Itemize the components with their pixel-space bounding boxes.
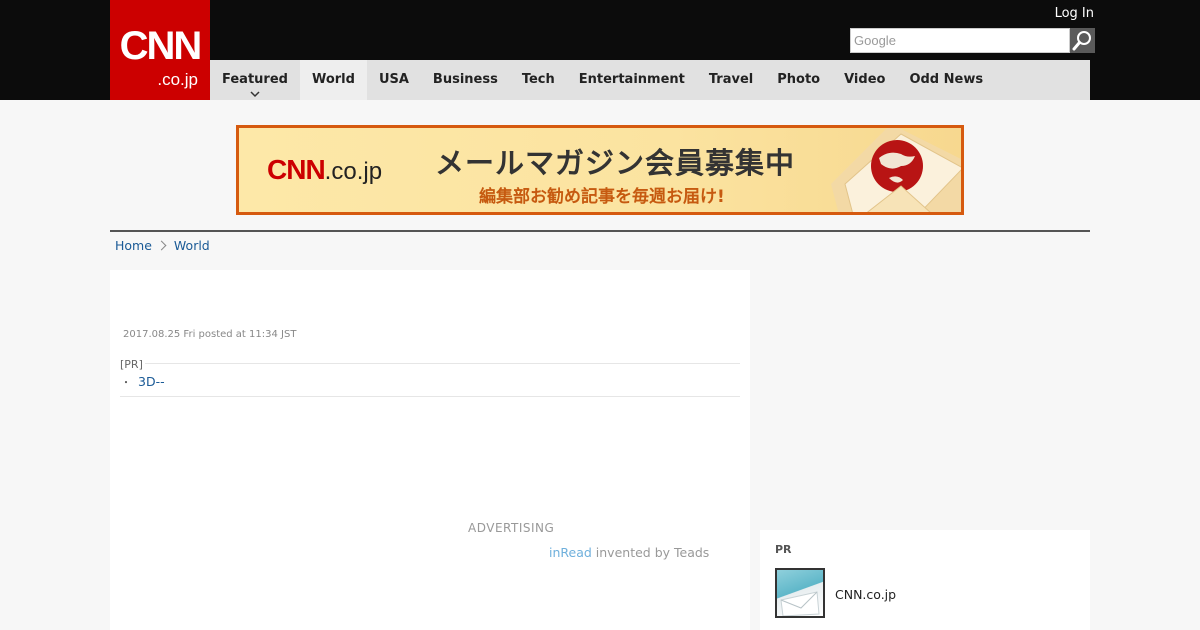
nav-tab-usa[interactable]: USA (367, 60, 421, 100)
nav-tab-label: Photo (777, 72, 821, 87)
banner-subtitle: 編集部お勧め記事を毎週お届け! (479, 187, 725, 207)
article-card: 2017.08.25 Fri posted at 11:34 JST [PR] … (110, 270, 750, 630)
search-bar (850, 28, 1095, 53)
search-icon (1072, 31, 1091, 51)
chevron-down-icon (250, 91, 260, 98)
login-link[interactable]: Log In (1055, 6, 1094, 21)
logo-sub-text: .co.jp (157, 70, 198, 89)
pr-bottom-divider (120, 396, 740, 397)
nav-tab-label: Video (844, 72, 886, 87)
section-divider (110, 230, 1090, 232)
sidebar-pr-box: PR CNN.co.jp (760, 530, 1090, 630)
banner-logo: CNN.co.jp (267, 154, 382, 186)
envelope-icon (780, 591, 820, 616)
posted-timestamp: 2017.08.25 Fri posted at 11:34 JST (123, 329, 297, 340)
nav-tab-tech[interactable]: Tech (510, 60, 567, 100)
cnn-logo[interactable]: CNN .co.jp (110, 0, 210, 100)
nav-tab-photo[interactable]: Photo (765, 60, 832, 100)
banner-logo-main: CNN (267, 154, 326, 185)
breadcrumb-home[interactable]: Home (115, 238, 152, 253)
nav-tab-label: Business (432, 72, 498, 87)
search-input[interactable] (850, 28, 1070, 53)
nav-tab-label: Entertainment (578, 72, 685, 87)
nav-tab-label: World (311, 72, 355, 87)
envelope-globe-icon (831, 128, 961, 212)
pr-link[interactable]: 3D-- (138, 374, 165, 389)
nav-tab-label: Odd News (909, 72, 984, 87)
inread-credit: inRead invented by Teads (549, 545, 709, 560)
breadcrumb-world[interactable]: World (174, 238, 210, 253)
nav-tab-label: Travel (708, 72, 754, 87)
nav-tab-featured[interactable]: Featured (210, 60, 300, 100)
banner-logo-sub: .co.jp (324, 158, 383, 185)
nav-tab-video[interactable]: Video (832, 60, 897, 100)
nav-tab-odd-news[interactable]: Odd News (897, 60, 995, 100)
breadcrumb: Home World (115, 238, 210, 253)
pr-thumbnail[interactable] (775, 568, 825, 618)
nav-tab-business[interactable]: Business (421, 60, 510, 100)
nav-tab-world[interactable]: World (299, 60, 367, 100)
search-button[interactable] (1070, 28, 1095, 53)
nav-tab-entertainment[interactable]: Entertainment (567, 60, 697, 100)
nav-tab-travel[interactable]: Travel (697, 60, 765, 100)
advertising-label: ADVERTISING (468, 521, 555, 535)
pr-bullet: ・ (121, 378, 131, 389)
pr-top-divider (120, 363, 740, 364)
sidebar-pr-label: PR (775, 543, 792, 556)
inread-text: invented by Teads (591, 545, 710, 560)
newsletter-banner[interactable]: CNN.co.jp メールマガジン会員募集中 編集部お勧め記事を毎週お届け! (236, 125, 964, 215)
main-nav: Featured World USA Business Tech Enterta… (210, 60, 1090, 100)
nav-tab-label: USA (378, 72, 409, 87)
logo-main-text: CNN (119, 24, 203, 68)
nav-tab-label: Featured (222, 72, 288, 87)
sidebar-pr-text[interactable]: CNN.co.jp (835, 587, 896, 602)
pr-label: [PR] (120, 358, 145, 371)
nav-tab-label: Tech (521, 72, 555, 87)
pr-list-item: ・ 3D-- (121, 374, 165, 389)
banner-title: メールマガジン会員募集中 (435, 146, 796, 180)
chevron-right-icon (156, 240, 167, 251)
inread-link[interactable]: inRead (549, 545, 592, 560)
